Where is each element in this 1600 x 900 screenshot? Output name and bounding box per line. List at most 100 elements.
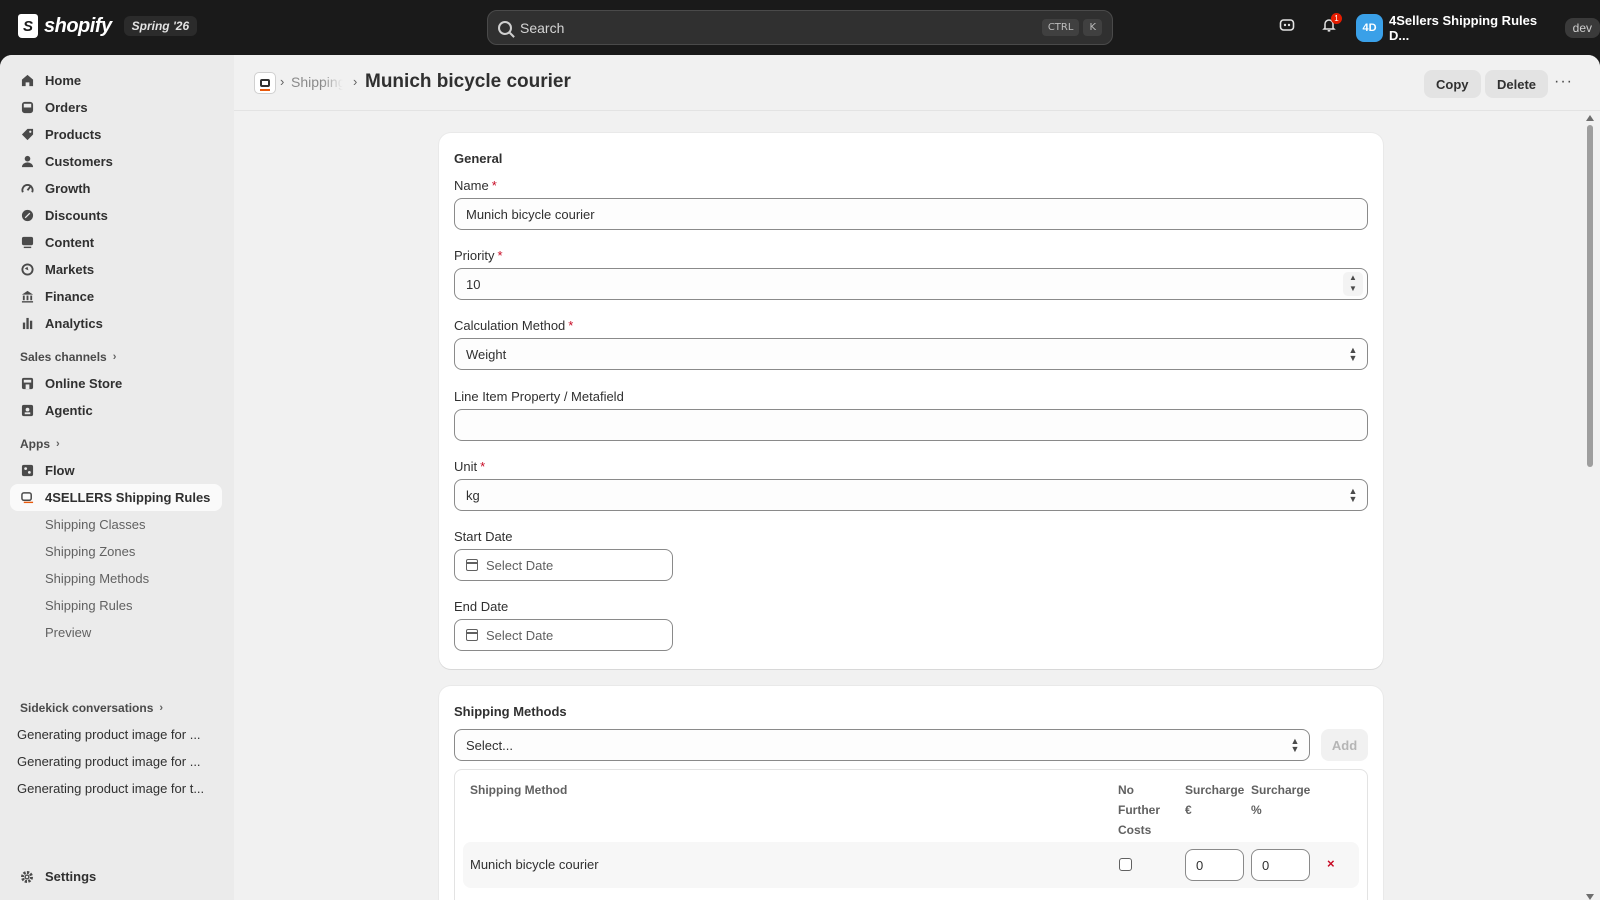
select-chevron-icon: ▲ ▼ [1348, 486, 1358, 504]
sidebar-item-4sellers-shipping-rules[interactable]: 4SELLERS Shipping Rules [10, 484, 222, 511]
breadcrumb-separator-icon: › [353, 74, 358, 89]
header-line: Further [1118, 803, 1160, 817]
calendar-icon [466, 559, 478, 571]
surcharge-eur-input[interactable]: 0 [1185, 849, 1244, 881]
start-date-picker[interactable]: Select Date [454, 549, 673, 581]
general-title: General [454, 151, 503, 166]
sidebar-item-flow[interactable]: Flow [0, 457, 234, 484]
app-breadcrumb-icon[interactable] [254, 72, 276, 94]
tag-icon [20, 128, 34, 142]
select-chevron-icon: ▲ ▼ [1290, 736, 1300, 754]
brand-name: shopify [44, 14, 112, 37]
label-text: Priority [454, 248, 495, 263]
stepper-icon[interactable]: ▲ ▼ [1343, 272, 1363, 296]
sidebar-item-online-store[interactable]: Online Store [0, 370, 234, 397]
sidebar-item-settings[interactable]: Settings [0, 863, 234, 890]
table-row: Munich bicycle courier 0 0 × [463, 842, 1359, 888]
unit-label: Unit * [454, 459, 485, 474]
sidebar-item-content[interactable]: Content [0, 229, 234, 256]
label-text: Calculation Method [454, 318, 566, 333]
sidebar-item-analytics[interactable]: Analytics [0, 310, 234, 337]
header-line: Surcharge [1185, 783, 1245, 797]
label-text: Unit [454, 459, 478, 474]
store-switcher[interactable]: 4D 4Sellers Shipping Rules D... dev [1356, 13, 1600, 43]
search-placeholder: Search [520, 19, 565, 36]
scrollbar-thumb[interactable] [1587, 125, 1593, 467]
admin-frame: Home Orders Products Customers Growth Di… [0, 55, 1600, 900]
sidebar-subitem-shipping-classes[interactable]: Shipping Classes [0, 511, 234, 538]
header-line: Surcharge [1251, 783, 1311, 797]
end-date-placeholder: Select Date [486, 627, 554, 643]
scroll-down-arrow-icon[interactable] [1586, 894, 1594, 900]
notification-count-badge: 1 [1331, 13, 1342, 24]
shopify-logo[interactable]: shopify Spring '26 [18, 14, 198, 38]
delete-button[interactable]: Delete [1485, 70, 1549, 98]
column-header-no-further-costs: No Further Costs [1118, 780, 1160, 840]
conversation-item[interactable]: Generating product image for t... [0, 775, 234, 802]
shipping-method-select[interactable]: Select... ▲ ▼ [454, 729, 1310, 761]
column-header-shipping-method: Shipping Method [470, 783, 568, 797]
home-icon [20, 74, 34, 88]
search-bar[interactable]: Search CTRL K [487, 10, 1113, 45]
end-date-label: End Date [454, 599, 509, 614]
calculation-method-value: Weight [466, 346, 507, 362]
sidebar-item-finance[interactable]: Finance [0, 283, 234, 310]
calculation-method-select[interactable]: Weight ▲ ▼ [454, 338, 1368, 370]
conversation-item[interactable]: Generating product image for ... [0, 748, 234, 775]
line-item-property-label: Line Item Property / Metafield [454, 389, 624, 404]
more-actions-button[interactable]: ··· [1554, 73, 1573, 91]
scroll-up-arrow-icon[interactable] [1586, 115, 1594, 121]
sidebar-item-home[interactable]: Home [0, 67, 234, 94]
sidebar-subitem-shipping-rules[interactable]: Shipping Rules [0, 592, 234, 619]
sidebar-item-agentic[interactable]: Agentic [0, 397, 234, 424]
section-label: Apps [20, 436, 50, 451]
apps-heading[interactable]: Apps › [0, 430, 234, 457]
sidebar-item-orders[interactable]: Orders [0, 94, 234, 121]
sidebar-item-products[interactable]: Products [0, 121, 234, 148]
unit-value: kg [466, 487, 480, 503]
bar-chart-icon [20, 317, 34, 331]
unit-select[interactable]: kg ▲ ▼ [454, 479, 1368, 511]
sidebar-item-customers[interactable]: Customers [0, 148, 234, 175]
sidebar-item-label: Finance [45, 289, 95, 304]
conversation-item[interactable]: Generating product image for ... [0, 721, 234, 748]
app-icon [20, 491, 34, 505]
shortcut-ctrl: CTRL [1041, 19, 1080, 36]
no-further-costs-checkbox[interactable] [1119, 858, 1132, 871]
page-scrollbar[interactable] [1584, 115, 1596, 900]
sidebar-subitem-shipping-methods[interactable]: Shipping Methods [0, 565, 234, 592]
sidekick-conversations-heading[interactable]: Sidekick conversations › [0, 694, 234, 721]
calendar-icon [466, 629, 478, 641]
name-field[interactable]: Munich bicycle courier [454, 198, 1368, 230]
required-mark: * [491, 178, 497, 193]
chevron-right-icon: › [56, 437, 60, 450]
sidebar-item-discounts[interactable]: Discounts [0, 202, 234, 229]
discount-icon [20, 209, 34, 223]
page-header: › Shipping Rules › Munich bicycle courie… [234, 55, 1600, 111]
notifications-button[interactable]: 1 [1319, 13, 1342, 37]
line-item-property-field[interactable] [454, 409, 1368, 441]
priority-field[interactable]: 10 ▲ ▼ [454, 268, 1368, 300]
sales-channels-heading[interactable]: Sales channels › [0, 343, 234, 370]
surcharge-pct-input[interactable]: 0 [1251, 849, 1310, 881]
add-button[interactable]: Add [1321, 729, 1368, 761]
sidekick-button[interactable] [1277, 17, 1297, 37]
sidebar-item-markets[interactable]: Markets [0, 256, 234, 283]
shortcut-k: K [1083, 19, 1102, 36]
label-text: Name [454, 178, 489, 193]
sidebar-item-growth[interactable]: Growth [0, 175, 234, 202]
sidebar-item-label: Discounts [45, 208, 108, 223]
person-icon [20, 155, 34, 169]
sidebar-item-label: Products [45, 127, 102, 142]
sidebar-subitem-preview[interactable]: Preview [0, 619, 234, 646]
sidebar-subitem-shipping-zones[interactable]: Shipping Zones [0, 538, 234, 565]
shipping-methods-title: Shipping Methods [454, 704, 567, 719]
required-mark: * [480, 459, 486, 474]
store-avatar: 4D [1356, 14, 1383, 42]
remove-row-button[interactable]: × [1327, 856, 1335, 871]
copy-button[interactable]: Copy [1424, 70, 1481, 98]
sidekick-icon [1279, 19, 1295, 31]
surcharge-eur-value: 0 [1196, 857, 1204, 873]
end-date-picker[interactable]: Select Date [454, 619, 673, 651]
breadcrumb-link[interactable]: Shipping Rules [291, 74, 343, 90]
